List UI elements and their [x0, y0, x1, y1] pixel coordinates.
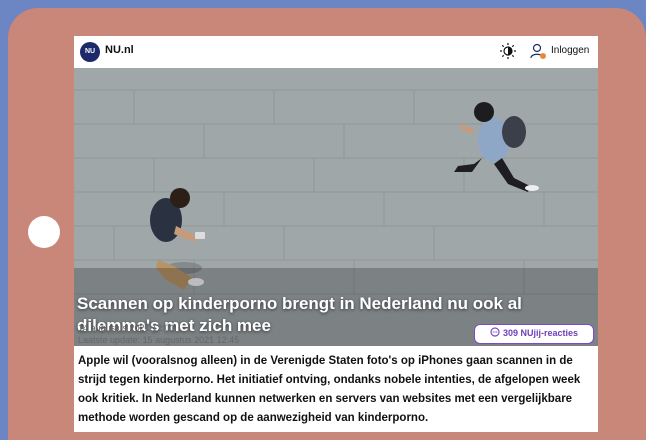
- hero-image: Scannen op kinderporno brengt in Nederla…: [74, 68, 598, 346]
- home-button[interactable]: [28, 216, 60, 248]
- article-intro: Apple wil (vooralsnog alleen) in de Vere…: [78, 355, 581, 424]
- browser-screen: NU NU.nl Inloggen Scannen op kinderporno…: [74, 36, 598, 432]
- chat-bubble-icon: [490, 327, 500, 337]
- sun-contrast-icon[interactable]: [499, 42, 517, 60]
- login-link[interactable]: Inloggen: [551, 45, 589, 56]
- user-icon[interactable]: [529, 42, 547, 60]
- publish-date: 14 augustus 2021 12:01: [78, 323, 175, 333]
- site-name[interactable]: NU.nl: [105, 44, 134, 56]
- nu-logo[interactable]: NU: [80, 42, 100, 62]
- comments-button[interactable]: 309 NUjij-reacties: [474, 324, 594, 344]
- site-header: NU NU.nl Inloggen: [74, 36, 598, 68]
- tablet-frame: NU NU.nl Inloggen Scannen op kinderporno…: [8, 8, 646, 440]
- article-meta: 14 augustus 2021 12:01 Laatste update: 1…: [78, 322, 239, 346]
- update-date: Laatste update: 15 augustus 2021 12:45: [78, 335, 240, 345]
- comments-label: 309 NUjij-reacties: [502, 328, 579, 338]
